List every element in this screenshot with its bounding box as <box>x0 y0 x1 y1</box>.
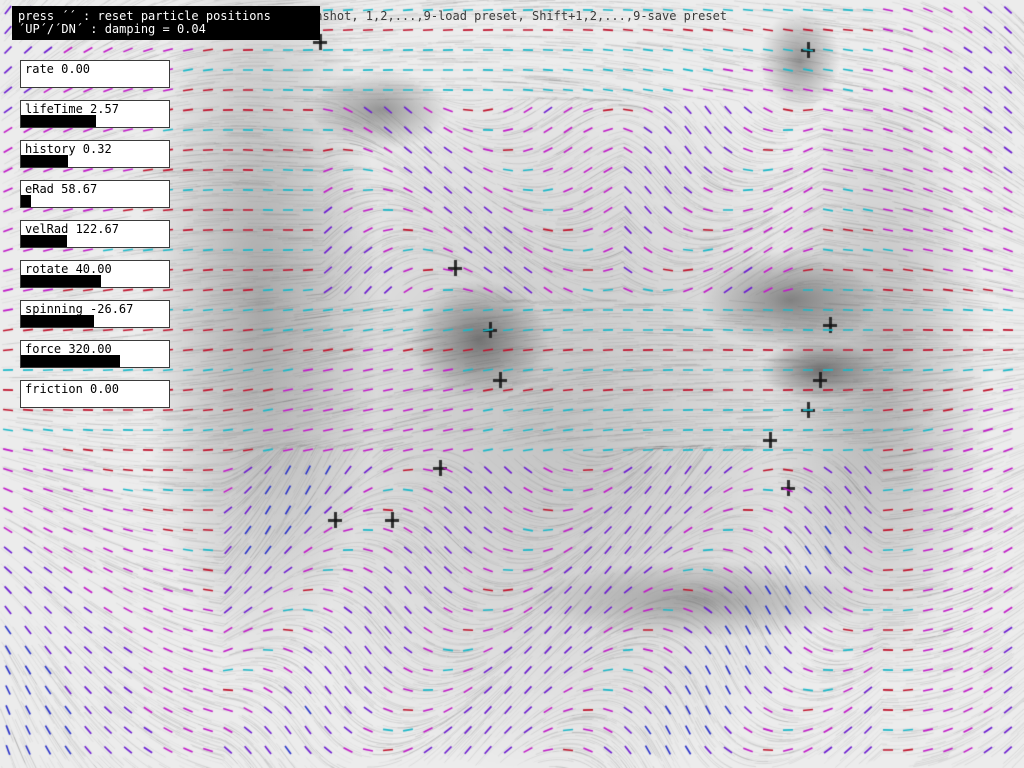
slider-rate[interactable]: rate 0.00 <box>20 60 170 88</box>
slider-label: spinning -26.67 <box>25 302 134 316</box>
slider-fill <box>21 315 94 327</box>
slider-fill <box>21 195 32 207</box>
slider-fill <box>21 115 97 127</box>
slider-label: velRad 122.67 <box>25 222 119 236</box>
slider-label: rate 0.00 <box>25 62 91 76</box>
slider-label: friction 0.00 <box>25 382 119 396</box>
particle-field-stage[interactable]: enshot, 1,2,...,9-load preset, Shift+1,2… <box>0 0 1024 768</box>
hud-hint-obscured: enshot, 1,2,...,9-load preset, Shift+1,2… <box>308 9 728 23</box>
slider-spinning[interactable]: spinning -26.67 <box>20 300 170 328</box>
slider-fill <box>21 355 121 367</box>
slider-label: lifeTime 2.57 <box>25 102 119 116</box>
slider-fill <box>21 275 101 287</box>
slider-label: history 0.32 <box>25 142 112 156</box>
slider-velrad[interactable]: velRad 122.67 <box>20 220 170 248</box>
slider-fill <box>21 235 67 247</box>
slider-label: eRad 58.67 <box>25 182 98 196</box>
slider-label: rotate 40.00 <box>25 262 112 276</box>
slider-lifetime[interactable]: lifeTime 2.57 <box>20 100 170 128</box>
slider-erad[interactable]: eRad 58.67 <box>20 180 170 208</box>
slider-label: force 320.00 <box>25 342 112 356</box>
slider-fill <box>21 155 69 167</box>
slider-force[interactable]: force 320.00 <box>20 340 170 368</box>
slider-rotate[interactable]: rotate 40.00 <box>20 260 170 288</box>
slider-history[interactable]: history 0.32 <box>20 140 170 168</box>
slider-friction[interactable]: friction 0.00 <box>20 380 170 408</box>
hud-damping-readout: ´UP´/´DN´ : damping = 0.04 <box>18 22 206 36</box>
